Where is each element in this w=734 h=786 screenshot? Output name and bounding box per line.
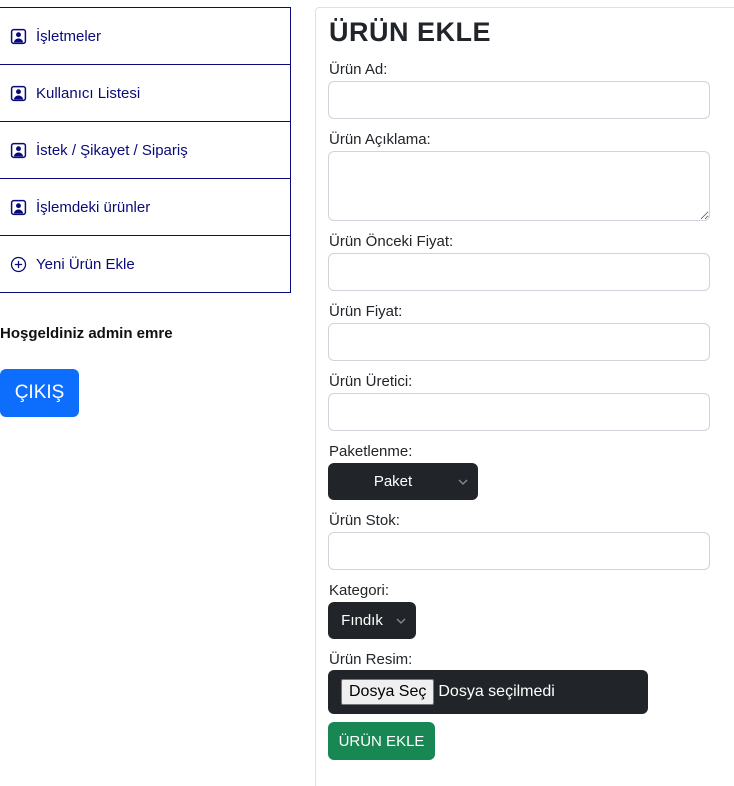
product-description-label: Ürün Açıklama:	[329, 131, 431, 148]
add-product-submit-button[interactable]: ÜRÜN EKLE	[328, 722, 435, 760]
packaging-selected-value: Paket	[373, 473, 413, 490]
producer-label: Ürün Üretici:	[329, 373, 413, 390]
image-file-input[interactable]: Dosya Seç Dosya seçilmedi	[328, 670, 648, 714]
person-badge-icon	[10, 85, 27, 102]
sidebar-item-istek-sikayet-siparis[interactable]: İstek / Şikayet / Sipariş	[0, 121, 291, 179]
logout-button[interactable]: ÇIKIŞ	[0, 369, 79, 417]
price-label: Ürün Fiyat:	[329, 303, 403, 320]
sidebar-item-label: Yeni Ürün Ekle	[36, 255, 135, 273]
person-badge-icon	[10, 199, 27, 216]
product-name-input[interactable]	[328, 81, 710, 119]
category-selected-value: Fındık	[341, 612, 383, 629]
sidebar-item-isletmeler[interactable]: İşletmeler	[0, 7, 291, 65]
chevron-down-icon	[396, 618, 410, 624]
welcome-text: Hoşgeldiniz admin emre	[0, 325, 173, 342]
choose-file-button[interactable]: Dosya Seç	[341, 679, 435, 705]
page-title: ÜRÜN EKLE	[329, 17, 492, 47]
sidebar-item-kullanici-listesi[interactable]: Kullanıcı Listesi	[0, 64, 291, 122]
sidebar-item-label: İşletmeler	[36, 27, 102, 45]
packaging-label: Paketlenme:	[329, 443, 413, 460]
sidebar-item-label: İstek / Şikayet / Sipariş	[36, 141, 188, 159]
sidebar-item-label: İşlemdeki ürünler	[36, 198, 151, 216]
packaging-select[interactable]: Paket	[328, 463, 478, 500]
stock-label: Ürün Stok:	[329, 512, 400, 529]
image-label: Ürün Resim:	[329, 651, 413, 668]
producer-input[interactable]	[328, 393, 710, 431]
sidebar-item-islemdeki-urunler[interactable]: İşlemdeki ürünler	[0, 178, 291, 236]
add-product-form: ÜRÜN EKLE Ürün Ad: Ürün Açıklama: Ürün Ö…	[315, 7, 734, 786]
person-badge-icon	[10, 28, 27, 45]
category-label: Kategori:	[329, 582, 390, 599]
price-input[interactable]	[328, 323, 710, 361]
product-name-label: Ürün Ad:	[329, 61, 388, 78]
person-badge-icon	[10, 142, 27, 159]
stock-input[interactable]	[328, 532, 710, 570]
previous-price-label: Ürün Önceki Fiyat:	[329, 233, 454, 250]
sidebar-item-label: Kullanıcı Listesi	[36, 84, 141, 102]
file-status-text: Dosya seçilmedi	[438, 683, 555, 700]
previous-price-input[interactable]	[328, 253, 710, 291]
sidebar-item-yeni-urun-ekle[interactable]: Yeni Ürün Ekle	[0, 235, 291, 293]
category-select[interactable]: Fındık	[328, 602, 416, 639]
sidebar: İşletmeler Kullanıcı Listesi İstek / Şik…	[0, 7, 291, 293]
plus-circle-icon	[10, 256, 27, 273]
product-description-textarea[interactable]	[328, 151, 710, 221]
chevron-down-icon	[458, 479, 472, 485]
